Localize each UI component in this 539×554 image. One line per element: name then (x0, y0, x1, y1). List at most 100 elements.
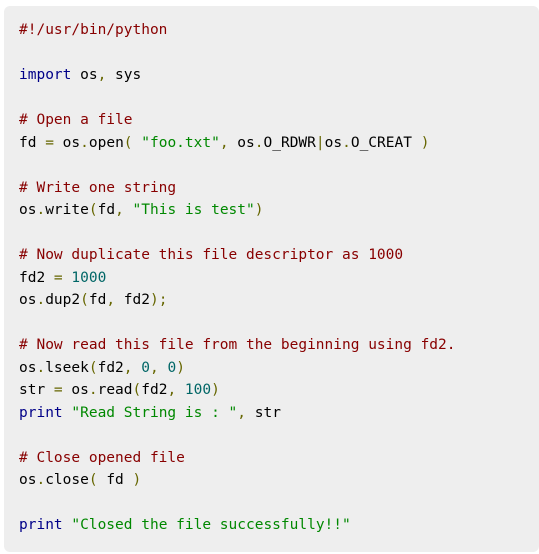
code-punctuation: ( (88, 202, 98, 218)
code-text: fd2 (141, 382, 168, 398)
code-text: os (19, 292, 37, 308)
code-line: fd2 = 1000 (19, 267, 539, 290)
code-line: os.lseek(fd2, 0, 0) (19, 357, 539, 380)
code-punctuation: ) (211, 382, 220, 398)
code-text: close (45, 472, 89, 488)
code-line: # Close opened file (19, 447, 539, 470)
code-text: open (88, 134, 124, 151)
code-punctuation: = (53, 269, 63, 286)
code-line: # Now duplicate this file descriptor as … (19, 244, 539, 267)
code-line: # Now read this file from the beginning … (19, 334, 539, 357)
code-punctuation: . (36, 359, 46, 376)
code-punctuation: , (115, 202, 124, 218)
code-punctuation: , (237, 404, 246, 421)
code-number: 0 (141, 359, 150, 376)
code-punctuation: , (150, 359, 159, 376)
code-number: 0 (167, 359, 177, 376)
code-string: "Closed the file successfully!!" (71, 517, 351, 533)
code-punctuation: ( (88, 359, 98, 376)
code-text: fd2 (19, 269, 54, 286)
code-punctuation: = (45, 134, 54, 151)
code-string: "Read String is : " (71, 404, 238, 421)
code-text: write (45, 202, 89, 218)
code-comment: #!/usr/bin/python (19, 22, 168, 38)
code-punctuation: . (80, 134, 89, 151)
code-text: os (19, 202, 37, 218)
code-text: os (228, 134, 255, 151)
code-comment: # Now duplicate this file descriptor as … (19, 247, 404, 263)
code-number: 100 (184, 382, 212, 398)
code-line: import os, sys (19, 64, 539, 87)
code-text: fd (97, 202, 116, 218)
code-punctuation: . (36, 202, 46, 218)
code-text: dup2 (45, 292, 81, 308)
code-keyword: import (19, 67, 72, 83)
code-punctuation: , (219, 134, 229, 151)
code-punctuation: . (36, 472, 46, 488)
code-line: #!/usr/bin/python (19, 19, 539, 42)
code-text: O_CREAT (350, 134, 421, 151)
code-text: fd (97, 472, 133, 488)
code-line: os.dup2(fd, fd2); (19, 289, 539, 312)
code-line: # Open a file (19, 109, 539, 132)
code-punctuation: ( (80, 292, 89, 308)
code-comment: # Write one string (19, 179, 177, 196)
code-line: os.write(fd, "This is test") (19, 199, 539, 222)
code-keyword: print (19, 404, 63, 421)
code-text: fd (88, 292, 107, 308)
code-punctuation: ) (176, 359, 185, 376)
code-punctuation: ) (132, 472, 142, 488)
code-text: os (324, 134, 343, 151)
code-text: lseek (45, 359, 89, 376)
code-lines: #!/usr/bin/python import os, sys # Open … (19, 19, 539, 537)
code-line: fd = os.open( "foo.txt", os.O_RDWR|os.O_… (19, 132, 539, 155)
code-text: fd (19, 134, 46, 151)
code-text: O_RDWR (263, 134, 316, 151)
code-comment: # Close opened file (19, 449, 185, 466)
code-text: str (19, 382, 54, 398)
code-punctuation: , (123, 359, 133, 376)
code-text: read (97, 382, 133, 398)
code-comment: # Open a file (19, 112, 133, 128)
code-text: sys (106, 67, 142, 83)
code-punctuation: . (88, 382, 98, 398)
code-number: 1000 (71, 269, 107, 286)
code-punctuation: = (53, 382, 63, 398)
code-punctuation: ) (254, 202, 264, 218)
code-text: fd2 (115, 292, 150, 308)
code-text: fd2 (97, 359, 124, 376)
code-keyword: print (19, 517, 63, 533)
code-punctuation: , (167, 382, 177, 398)
code-text: os (71, 67, 98, 83)
code-line: print "Closed the file successfully!!" (19, 514, 539, 537)
code-string: "This is test" (132, 202, 255, 218)
code-text: os (19, 472, 37, 488)
code-punctuation: . (36, 292, 46, 308)
code-line: print "Read String is : ", str (19, 402, 539, 425)
code-punctuation: | (315, 134, 325, 151)
code-line: str = os.read(fd2, 100) (19, 379, 539, 402)
code-text: str (246, 404, 281, 421)
code-comment: # Now read this file from the beginning … (19, 337, 456, 353)
code-punctuation: ) (420, 134, 430, 151)
code-punctuation: . (254, 134, 264, 151)
code-text: os (62, 382, 89, 398)
code-text: os (53, 134, 81, 151)
code-line: # Write one string (19, 177, 539, 200)
code-text: os (19, 359, 37, 376)
code-punctuation: ( (123, 134, 133, 151)
code-punctuation: . (342, 134, 351, 151)
code-punctuation: ); (149, 292, 168, 308)
code-punctuation: ( (88, 472, 98, 488)
code-line: os.close( fd ) (19, 469, 539, 492)
